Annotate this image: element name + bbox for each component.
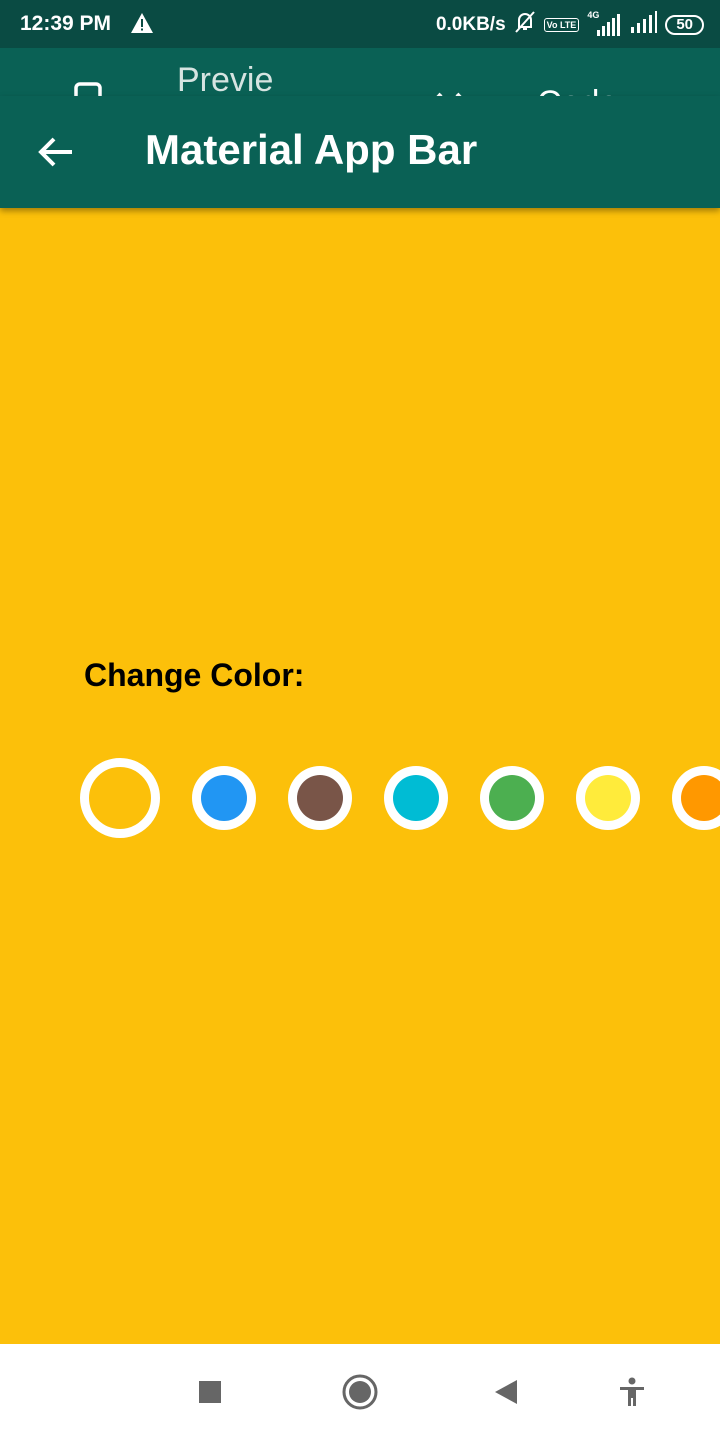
swatch-fill xyxy=(393,775,439,821)
signal-icon xyxy=(629,11,658,39)
accessibility-icon[interactable] xyxy=(612,1372,652,1412)
page-title: Material App Bar xyxy=(145,126,478,173)
mute-alarm-icon xyxy=(514,10,536,40)
status-time: 12:39 PM xyxy=(20,12,112,35)
color-swatch-row xyxy=(80,758,720,838)
color-swatch-yellow[interactable] xyxy=(576,766,640,830)
color-swatch-green[interactable] xyxy=(480,766,544,830)
app-bar: Material App Bar xyxy=(0,96,720,208)
color-swatch-brown[interactable] xyxy=(288,766,352,830)
signal-4g-icon: 4G xyxy=(587,10,621,36)
status-bar: 12:39 PM 0.0KB/s Vo LTE 4G 50 xyxy=(0,0,720,48)
network-speed: 0.0KB/s xyxy=(435,14,506,35)
battery-indicator: 50 xyxy=(665,15,704,35)
color-swatch-blue[interactable] xyxy=(192,766,256,830)
volte-badge: Vo LTE xyxy=(543,18,580,32)
home-icon[interactable] xyxy=(340,1372,380,1412)
color-swatch-cyan[interactable] xyxy=(384,766,448,830)
color-swatch-amber[interactable] xyxy=(80,758,160,838)
change-color-label: Change Color: xyxy=(84,657,305,693)
status-indicators: 0.0KB/s Vo LTE 4G 50 xyxy=(436,10,704,40)
warning-icon xyxy=(130,12,154,39)
swatch-fill xyxy=(681,775,720,821)
back-arrow-icon[interactable] xyxy=(36,132,76,177)
back-triangle-icon[interactable] xyxy=(486,1372,526,1412)
swatch-fill xyxy=(297,775,343,821)
recent-apps-icon[interactable] xyxy=(190,1372,230,1412)
swatch-fill xyxy=(201,775,247,821)
system-nav-bar xyxy=(0,1344,720,1440)
swatch-fill xyxy=(585,775,631,821)
color-swatch-orange[interactable] xyxy=(672,766,720,830)
preview-code-tabs: Preview Code xyxy=(0,48,720,134)
swatch-fill xyxy=(489,775,535,821)
